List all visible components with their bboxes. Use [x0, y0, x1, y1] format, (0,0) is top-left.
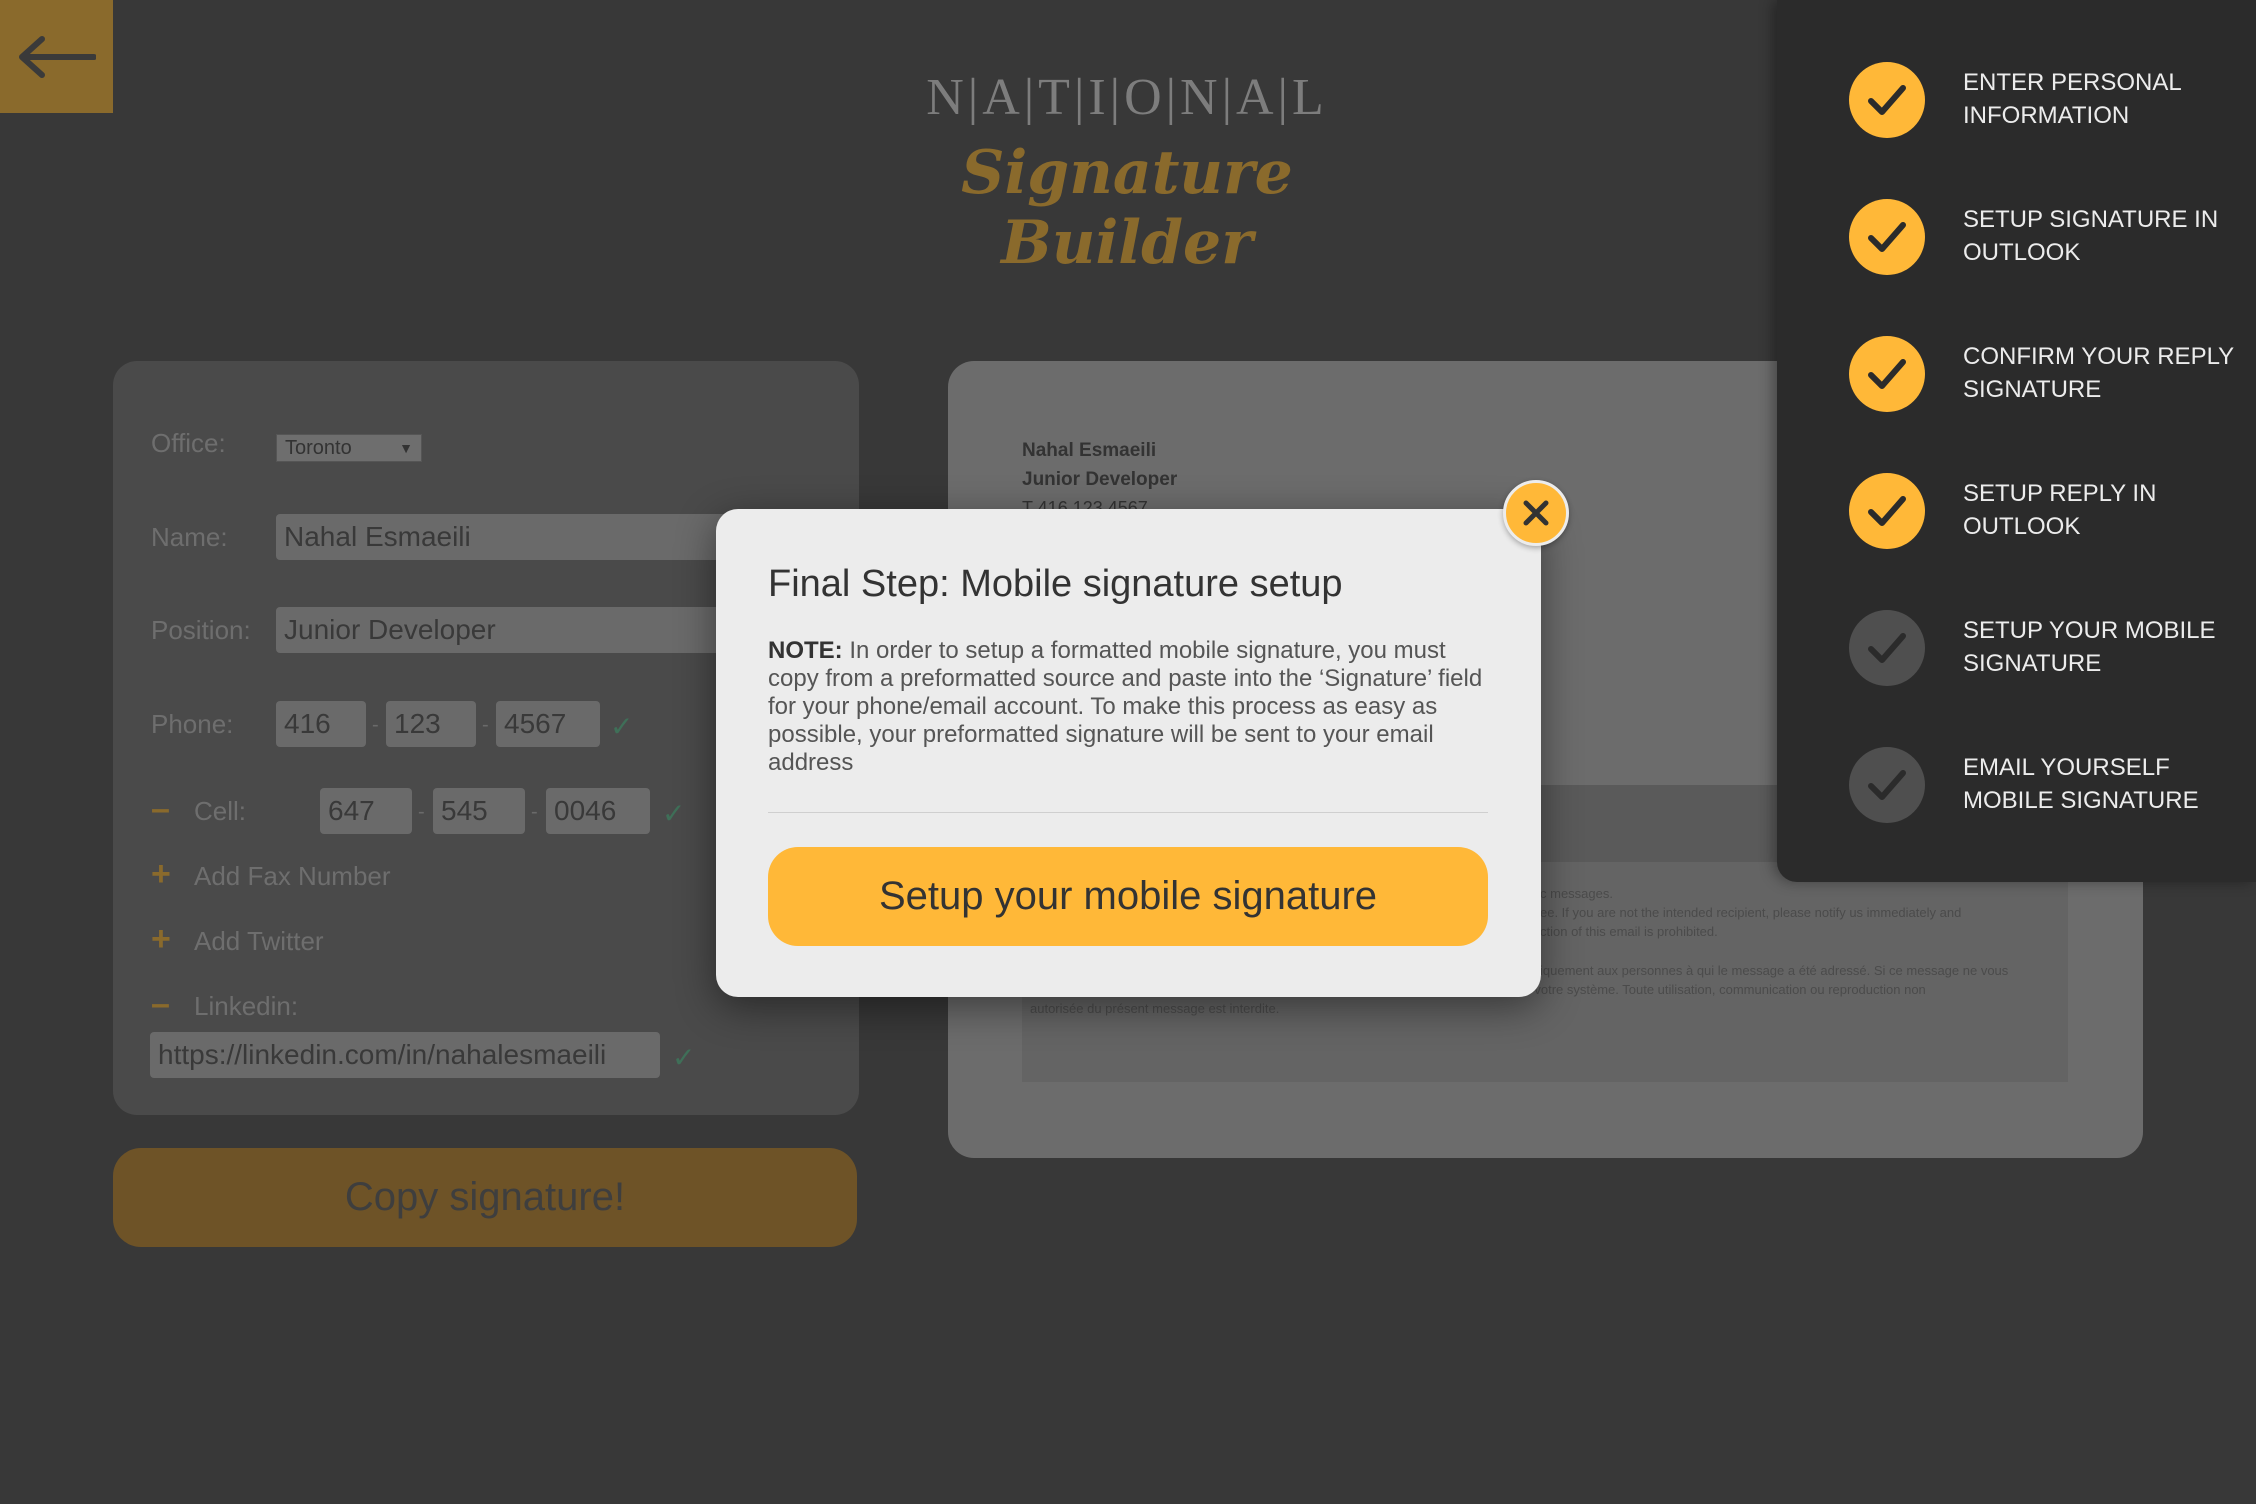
caret-down-icon: ▼	[399, 440, 413, 456]
preview-title: Junior Developer	[1022, 469, 1178, 490]
close-icon	[1523, 500, 1549, 526]
name-label: Name:	[151, 522, 228, 552]
step-1[interactable]: Enter personal information	[1777, 56, 2256, 146]
check-circle-icon	[1849, 747, 1925, 823]
office-select-value: Toronto	[285, 436, 352, 459]
remove-cell-icon[interactable]: –	[151, 792, 170, 826]
cell-valid-check-icon: ✓	[662, 798, 686, 829]
check-circle-icon	[1849, 199, 1925, 275]
cell-area-input[interactable]: 647	[320, 788, 412, 834]
linkedin-valid-check-icon: ✓	[672, 1042, 696, 1073]
step-2[interactable]: Setup signature in Outlook	[1777, 193, 2256, 283]
office-label: Office:	[151, 428, 226, 458]
disclaimer-line: autorisée du présent message est interdi…	[1030, 1001, 1280, 1016]
add-twitter-icon[interactable]: +	[151, 922, 171, 956]
modal-note: NOTE: In order to setup a formatted mobi…	[768, 637, 1488, 777]
phone-line-input[interactable]: 4567	[496, 701, 600, 747]
phone-area-input[interactable]: 416	[276, 701, 366, 747]
back-button[interactable]	[0, 0, 113, 113]
step-label: Email yourself mobile signature	[1963, 754, 2199, 814]
logo-signature-builder: Signature Builder	[961, 138, 1293, 278]
modal-note-text: In order to setup a formatted mobile sig…	[768, 637, 1483, 776]
position-input[interactable]: Junior Developer	[276, 607, 746, 653]
office-select[interactable]: Toronto ▼	[276, 434, 422, 462]
remove-linkedin-icon[interactable]: –	[151, 987, 170, 1021]
modal-title: Final Step: Mobile signature setup	[768, 563, 1343, 605]
step-label: Setup your mobile signature	[1963, 617, 2216, 677]
step-5[interactable]: Setup your mobile signature	[1777, 604, 2256, 694]
check-circle-icon	[1849, 610, 1925, 686]
cell-label: Cell:	[194, 796, 247, 826]
add-fax-link[interactable]: Add Fax Number	[194, 861, 391, 892]
phone-separator: -	[372, 714, 379, 736]
check-circle-icon	[1849, 62, 1925, 138]
setup-mobile-signature-button[interactable]: Setup your mobile signature	[768, 847, 1488, 946]
phone-valid-check-icon: ✓	[610, 711, 634, 742]
arrow-left-icon	[18, 35, 96, 78]
check-circle-icon	[1849, 473, 1925, 549]
step-label: Confirm your reply signature	[1963, 343, 2234, 403]
cell-separator: -	[531, 801, 538, 823]
name-input[interactable]: Nahal Esmaeili	[276, 514, 746, 560]
preview-name: Nahal Esmaeili	[1022, 440, 1157, 461]
step-6[interactable]: Email yourself mobile signature	[1777, 741, 2256, 831]
add-fax-icon[interactable]: +	[151, 857, 171, 891]
cell-prefix-input[interactable]: 545	[433, 788, 525, 834]
modal-note-label: NOTE:	[768, 637, 843, 664]
phone-separator: -	[482, 714, 489, 736]
cell-line-input[interactable]: 0046	[546, 788, 650, 834]
modal-divider	[768, 812, 1488, 813]
step-label: Setup signature in Outlook	[1963, 206, 2219, 266]
linkedin-input[interactable]: https://linkedin.com/in/nahalesmaeili	[150, 1032, 660, 1078]
step-4[interactable]: Setup reply in Outlook	[1777, 467, 2256, 557]
phone-prefix-input[interactable]: 123	[386, 701, 476, 747]
close-modal-button[interactable]	[1503, 480, 1569, 546]
check-circle-icon	[1849, 336, 1925, 412]
step-label: Setup reply in Outlook	[1963, 480, 2157, 540]
cell-separator: -	[418, 801, 425, 823]
linkedin-label: Linkedin:	[194, 991, 299, 1021]
steps-panel: Enter personal information Setup signatu…	[1777, 0, 2256, 882]
position-label: Position:	[151, 615, 251, 645]
phone-label: Phone:	[151, 709, 234, 739]
copy-signature-button[interactable]: Copy signature!	[113, 1148, 857, 1247]
add-twitter-link[interactable]: Add Twitter	[194, 926, 324, 957]
logo-national: N|A|T|I|O|N|A|L	[926, 69, 1328, 126]
step-label: Enter personal information	[1963, 69, 2181, 129]
step-3[interactable]: Confirm your reply signature	[1777, 330, 2256, 420]
